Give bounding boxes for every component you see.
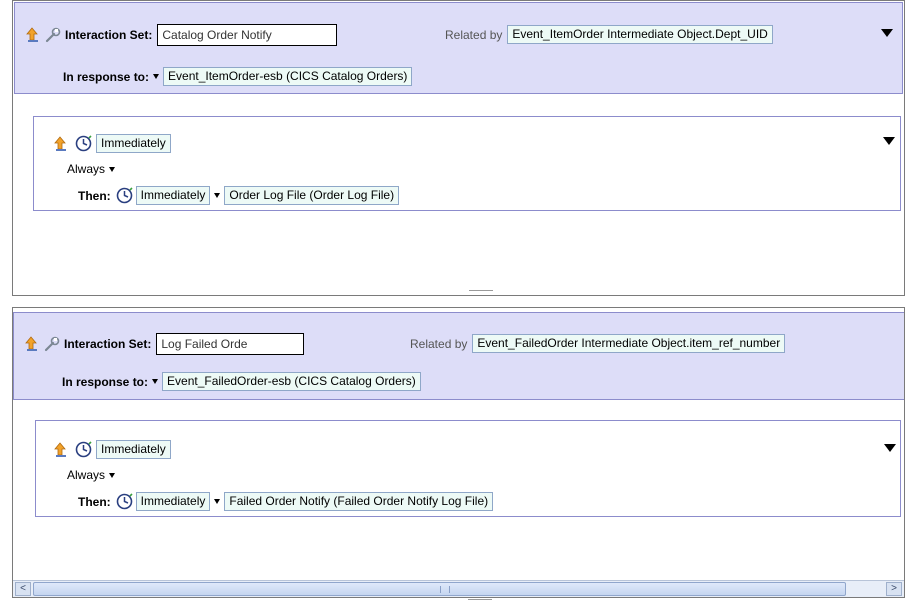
- interaction-action-box: Immediately Always Then: Immediately Ord…: [33, 116, 901, 211]
- interaction-set-header: Interaction Set: Catalog Order Notify Re…: [14, 2, 903, 94]
- interaction-set-label: Interaction Set:: [65, 28, 153, 42]
- resize-handle[interactable]: [469, 290, 493, 291]
- timing-field[interactable]: Immediately: [96, 440, 171, 459]
- interaction-set-panel-2: Interaction Set: Log Failed Orde Related…: [12, 307, 905, 598]
- move-up-icon[interactable]: [53, 442, 67, 458]
- in-response-field[interactable]: Event_FailedOrder-esb (CICS Catalog Orde…: [162, 372, 421, 391]
- in-response-dropdown-icon[interactable]: [153, 74, 160, 79]
- in-response-dropdown-icon[interactable]: [152, 379, 159, 384]
- clock-icon: [116, 187, 133, 204]
- panel-menu-triangle-icon[interactable]: [881, 29, 893, 37]
- condition-dropdown-icon[interactable]: [109, 166, 116, 172]
- move-up-icon[interactable]: [25, 27, 39, 43]
- then-dropdown-icon[interactable]: [214, 193, 221, 198]
- clock-icon: [75, 441, 92, 458]
- in-response-label: In response to:: [62, 374, 149, 389]
- interaction-set-header: Interaction Set: Log Failed Orde Related…: [13, 312, 904, 400]
- clock-icon: [75, 135, 92, 152]
- in-response-field[interactable]: Event_ItemOrder-esb (CICS Catalog Orders…: [163, 67, 413, 86]
- timing-field[interactable]: Immediately: [96, 134, 171, 153]
- condition-label[interactable]: Always: [67, 468, 105, 482]
- then-timing-field[interactable]: Immediately: [135, 492, 211, 511]
- interaction-set-label: Interaction Set:: [64, 337, 152, 351]
- action-menu-triangle-icon[interactable]: [884, 444, 896, 452]
- wrench-icon: [45, 27, 61, 43]
- then-label: Then:: [78, 188, 111, 203]
- interaction-set-panel-1: Interaction Set: Catalog Order Notify Re…: [12, 0, 905, 296]
- scrollbar-grip-icon: [439, 586, 450, 593]
- scroll-left-button[interactable]: <: [15, 582, 31, 596]
- related-by-label: Related by: [445, 27, 503, 42]
- horizontal-scrollbar[interactable]: < >: [13, 580, 904, 597]
- interaction-set-name-field[interactable]: Catalog Order Notify: [157, 24, 338, 46]
- then-action-field[interactable]: Order Log File (Order Log File): [224, 186, 400, 205]
- condition-label[interactable]: Always: [67, 162, 105, 176]
- then-label: Then:: [78, 494, 111, 509]
- clock-icon: [116, 493, 133, 510]
- then-action-field[interactable]: Failed Order Notify (Failed Order Notify…: [224, 492, 494, 511]
- condition-dropdown-icon[interactable]: [109, 472, 116, 478]
- related-by-field[interactable]: Event_ItemOrder Intermediate Object.Dept…: [507, 25, 773, 44]
- move-up-icon[interactable]: [53, 136, 67, 152]
- scroll-right-button[interactable]: >: [886, 582, 902, 596]
- interaction-set-name-field[interactable]: Log Failed Orde: [156, 333, 305, 355]
- then-dropdown-icon[interactable]: [214, 499, 221, 504]
- resize-handle[interactable]: [468, 599, 492, 600]
- action-menu-triangle-icon[interactable]: [883, 137, 895, 145]
- in-response-label: In response to:: [63, 69, 150, 84]
- interaction-action-box: Immediately Always Then: Immediately Fai…: [35, 420, 901, 517]
- then-timing-field[interactable]: Immediately: [135, 186, 211, 205]
- related-by-field[interactable]: Event_FailedOrder Intermediate Object.it…: [472, 334, 786, 353]
- related-by-label: Related by: [410, 336, 468, 351]
- wrench-icon: [44, 336, 60, 352]
- scrollbar-thumb[interactable]: [33, 582, 846, 596]
- move-up-icon[interactable]: [24, 336, 38, 352]
